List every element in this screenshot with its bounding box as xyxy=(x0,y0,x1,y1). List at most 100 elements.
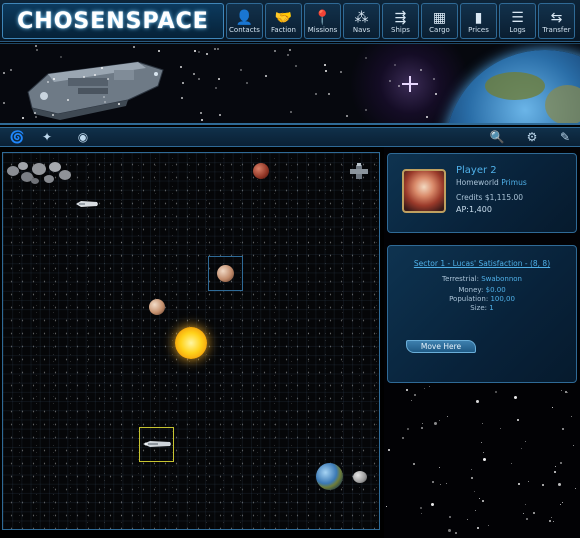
star xyxy=(431,503,434,506)
star xyxy=(514,396,517,399)
nav-logs-button[interactable]: ☰ Logs xyxy=(499,3,536,39)
star xyxy=(324,64,326,66)
star xyxy=(435,93,437,95)
star xyxy=(398,85,400,87)
star xyxy=(421,427,423,429)
star xyxy=(420,69,422,71)
star xyxy=(180,66,182,68)
star xyxy=(471,477,473,479)
earth-like-planet[interactable] xyxy=(316,463,343,490)
sparkles-icon[interactable]: ✦ xyxy=(36,129,58,146)
star xyxy=(3,72,5,74)
player-ship[interactable] xyxy=(142,438,172,450)
small-ship[interactable] xyxy=(75,199,99,209)
money-value: $0.00 xyxy=(485,286,506,294)
ap-line: AP:1,400 xyxy=(456,205,492,214)
space-station[interactable] xyxy=(349,163,369,181)
star xyxy=(328,93,330,95)
search-icon[interactable]: 🔍 xyxy=(488,129,506,146)
nav-prices-button[interactable]: ▮ Prices xyxy=(460,3,497,39)
star xyxy=(525,441,526,442)
star xyxy=(340,71,342,73)
star xyxy=(551,517,552,518)
homeworld-line: Homeworld Primus xyxy=(456,178,527,187)
grey-moon[interactable] xyxy=(353,471,367,483)
credits-line: Credits $1,115.00 xyxy=(456,193,523,202)
population-value: 100,00 xyxy=(490,295,515,303)
selected-planet[interactable] xyxy=(217,265,234,282)
nav-faction-button[interactable]: 🤝 Faction xyxy=(265,3,302,39)
population-label: Population xyxy=(449,295,486,303)
player-panel: Player 2 Homeworld Primus Credits $1,115… xyxy=(387,153,577,233)
star xyxy=(571,416,572,417)
tan-planet[interactable] xyxy=(149,299,165,315)
galaxy-icon[interactable]: 🌀 xyxy=(6,129,28,146)
star xyxy=(198,51,200,53)
red-planet[interactable] xyxy=(253,163,269,179)
star-flare xyxy=(402,76,418,92)
nav-label: Faction xyxy=(271,26,296,34)
star xyxy=(449,516,451,518)
star xyxy=(52,114,54,116)
homeworld-label: Homeworld xyxy=(456,178,499,187)
star xyxy=(47,81,49,83)
move-here-button[interactable]: Move Here xyxy=(406,340,476,353)
player-name[interactable]: Player 2 xyxy=(456,165,497,176)
ships-icon: ⇶ xyxy=(394,10,407,26)
nav-ships-button[interactable]: ⇶ Ships xyxy=(382,3,419,39)
star xyxy=(555,466,556,467)
nav-label: Ships xyxy=(391,26,410,34)
sun[interactable] xyxy=(175,327,207,359)
star xyxy=(432,481,434,483)
star xyxy=(481,442,482,443)
star xyxy=(118,103,120,105)
star xyxy=(560,504,561,505)
star xyxy=(107,78,109,80)
star xyxy=(439,420,440,421)
sector-title[interactable]: Sector 1 - Lucas' Satisfaction - (8, 8) xyxy=(388,259,576,268)
star xyxy=(35,45,37,47)
size-label: Size xyxy=(470,304,485,312)
star xyxy=(440,484,441,485)
star xyxy=(511,463,512,464)
star xyxy=(181,97,183,99)
nav-contacts-button[interactable]: 👤 Contacts xyxy=(226,3,263,39)
star xyxy=(477,527,479,529)
star xyxy=(433,78,435,80)
star xyxy=(426,116,428,118)
asteroid-field[interactable] xyxy=(5,157,73,187)
star xyxy=(198,78,200,80)
battleship-image xyxy=(27,61,164,120)
nav-cargo-button[interactable]: ▦ Cargo xyxy=(421,3,458,39)
star xyxy=(36,49,38,51)
star xyxy=(22,117,24,119)
star xyxy=(521,448,522,449)
nav-missions-button[interactable]: 📍 Missions xyxy=(304,3,341,39)
star xyxy=(575,488,576,489)
sector-map[interactable] xyxy=(2,152,380,530)
homeworld-value[interactable]: Primus xyxy=(501,178,527,187)
player-avatar[interactable] xyxy=(402,169,446,213)
star xyxy=(421,513,422,514)
star xyxy=(475,510,476,511)
star xyxy=(561,390,562,391)
star xyxy=(448,529,451,532)
star xyxy=(389,80,391,82)
gear-icon[interactable]: ⚙ xyxy=(523,129,541,146)
star xyxy=(133,46,135,48)
nav-navs-button[interactable]: ⁂ Navs xyxy=(343,3,380,39)
star xyxy=(554,471,556,473)
game-logo[interactable]: CHOSENSPACE xyxy=(2,3,224,39)
star xyxy=(83,76,85,78)
pencil-icon[interactable]: ✎ xyxy=(556,129,574,146)
star xyxy=(346,115,348,117)
star xyxy=(413,463,415,465)
star xyxy=(274,50,276,52)
nav-transfer-button[interactable]: ⇆ Transfer xyxy=(538,3,575,39)
star xyxy=(483,458,486,461)
ap-label: AP xyxy=(456,205,467,214)
star xyxy=(483,452,484,453)
eye-icon[interactable]: ◉ xyxy=(70,129,96,146)
credits-label: Credits xyxy=(456,193,483,202)
type-value[interactable]: Swabonnon xyxy=(481,275,522,283)
